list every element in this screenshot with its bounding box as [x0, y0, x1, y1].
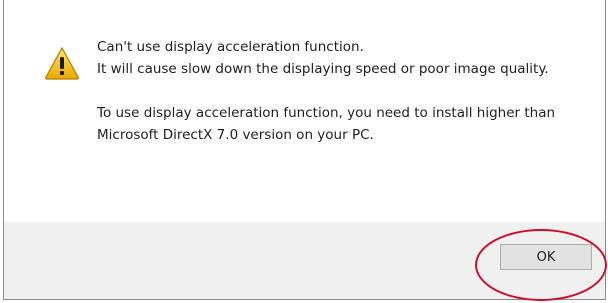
message-text: Can't use display acceleration function.…: [97, 36, 577, 146]
message-line-1: Can't use display acceleration function.: [97, 39, 364, 55]
message-dialog: Can't use display acceleration function.…: [3, 0, 606, 300]
warning-icon: [44, 46, 80, 80]
message-area: Can't use display acceleration function.…: [4, 0, 605, 222]
message-line-2: It will cause slow down the displaying s…: [97, 61, 549, 77]
button-bar: OK: [4, 222, 605, 299]
message-line-3: To use display acceleration function, yo…: [97, 105, 556, 143]
ok-button[interactable]: OK: [500, 244, 592, 270]
